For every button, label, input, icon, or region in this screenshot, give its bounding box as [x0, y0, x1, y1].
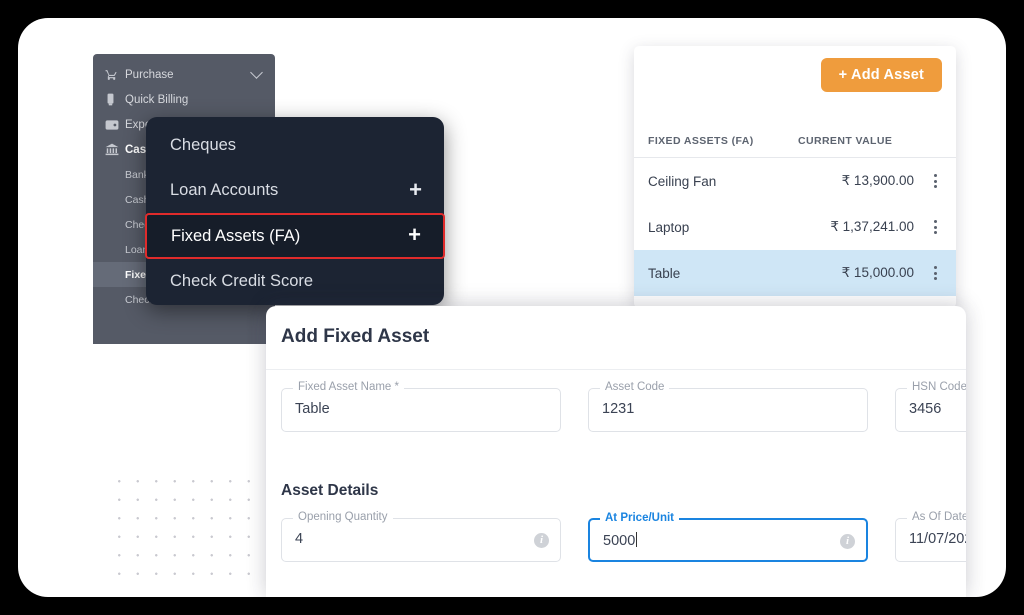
fixed-assets-panel: + Add Asset FIXED ASSETS (FA) CURRENT VA…: [634, 46, 956, 308]
menu-item-cheques[interactable]: Cheques: [146, 123, 444, 168]
field-label: As Of Date: [907, 511, 966, 523]
field-value: Table: [295, 401, 330, 417]
field-label: At Price/Unit: [600, 512, 680, 524]
sidebar-item-label: Quick Billing: [125, 93, 189, 106]
menu-item-label: Check Credit Score: [170, 272, 314, 290]
hsn-code-field[interactable]: HSN Code 3456: [895, 381, 966, 432]
cell-current-value: ₹ 15,000.00: [841, 265, 914, 280]
menu-item-check-credit-score[interactable]: Check Credit Score: [146, 259, 444, 304]
table-row[interactable]: Ceiling Fan ₹ 13,900.00: [634, 158, 956, 204]
field-label: HSN Code: [907, 381, 966, 393]
menu-item-label: Fixed Assets (FA): [171, 226, 301, 245]
field-label: Asset Code: [600, 381, 670, 393]
row-menu-icon[interactable]: [928, 266, 942, 280]
field-label: Opening Quantity: [293, 511, 393, 523]
info-icon[interactable]: i: [840, 534, 855, 549]
divider: [266, 369, 966, 370]
cell-current-value: ₹ 1,37,241.00: [830, 219, 914, 234]
menu-item-loan-accounts[interactable]: Loan Accounts +: [146, 168, 444, 213]
decorative-dot-grid: [108, 470, 288, 582]
shopping-cart-icon: [105, 68, 125, 81]
plus-icon[interactable]: +: [409, 178, 422, 201]
sidebar-item-quick-billing[interactable]: Quick Billing: [93, 87, 275, 112]
info-icon[interactable]: i: [534, 533, 549, 548]
menu-item-label: Loan Accounts: [170, 181, 279, 199]
cell-asset-name: Laptop: [648, 219, 690, 235]
add-fixed-asset-form: Add Fixed Asset Asset Details Fixed Asse…: [266, 306, 966, 597]
receipt-icon: [105, 93, 125, 106]
row-menu-icon[interactable]: [928, 220, 942, 234]
as-of-date-field[interactable]: As Of Date 11/07/2023: [895, 511, 966, 562]
field-value: 11/07/2023: [909, 531, 966, 547]
table-row[interactable]: Laptop ₹ 1,37,241.00: [634, 204, 956, 250]
add-asset-button[interactable]: + Add Asset: [820, 58, 942, 92]
plus-icon[interactable]: +: [408, 224, 421, 246]
cell-asset-name: Table: [648, 265, 681, 281]
field-value-wrap: 5000: [603, 532, 638, 549]
table-row[interactable]: Table ₹ 15,000.00: [634, 250, 956, 296]
table-body: Ceiling Fan ₹ 13,900.00 Laptop ₹ 1,37,24…: [634, 158, 956, 296]
field-value: 4: [295, 531, 304, 547]
row-menu-icon[interactable]: [928, 174, 942, 188]
column-header-asset-name: FIXED ASSETS (FA): [648, 134, 754, 147]
app-card: Purchase Quick Billing Cash Bank Cash Lo…: [18, 18, 1006, 597]
field-label: Fixed Asset Name *: [293, 381, 404, 393]
wallet-icon: [105, 119, 125, 131]
field-value: 5000: [603, 533, 636, 549]
flyout-menu: Cheques Loan Accounts + Fixed Assets (FA…: [145, 117, 445, 305]
fixed-asset-name-field[interactable]: Fixed Asset Name * Table: [281, 381, 561, 432]
field-value: 3456: [909, 401, 942, 417]
sidebar-item-label: Purchase: [125, 68, 174, 81]
table-header: FIXED ASSETS (FA) CURRENT VALUE: [634, 124, 956, 158]
field-value: 1231: [602, 401, 635, 417]
chevron-down-icon[interactable]: [250, 66, 263, 79]
asset-code-field[interactable]: Asset Code 1231: [588, 381, 868, 432]
sidebar-item-purchase[interactable]: Purchase: [93, 62, 275, 87]
opening-quantity-field[interactable]: Opening Quantity 4 i: [281, 511, 561, 562]
page-title: Add Fixed Asset: [281, 326, 430, 347]
section-title-asset-details: Asset Details: [281, 482, 379, 499]
at-price-per-unit-field[interactable]: At Price/Unit 5000 i: [588, 512, 868, 562]
menu-item-fixed-assets[interactable]: Fixed Assets (FA) +: [145, 213, 445, 259]
cell-current-value: ₹ 13,900.00: [841, 173, 914, 188]
bank-icon: [105, 143, 125, 156]
screenshot-root: Purchase Quick Billing Cash Bank Cash Lo…: [0, 0, 1024, 615]
menu-item-label: Cheques: [170, 136, 237, 154]
cell-asset-name: Ceiling Fan: [648, 173, 717, 189]
text-cursor: [636, 532, 638, 547]
column-header-current-value: CURRENT VALUE: [798, 134, 893, 147]
